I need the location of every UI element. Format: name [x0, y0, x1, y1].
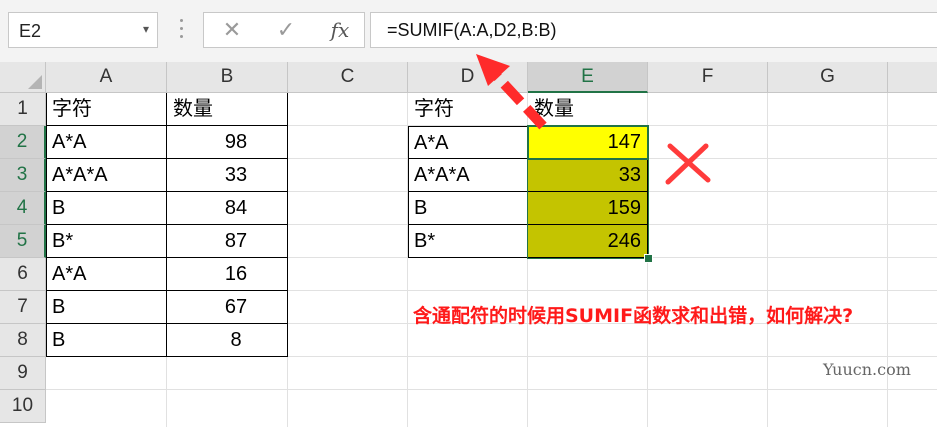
spreadsheet-grid: A B C D E F G 1 2 3 4 5 6 7 8 9 10 字符 数量… — [0, 62, 937, 427]
drag-handle-icon[interactable] — [180, 16, 184, 44]
row-header-7[interactable]: 7 — [0, 291, 46, 324]
column-header-a[interactable]: A — [46, 62, 167, 93]
cell-d4[interactable]: B — [408, 192, 528, 225]
cell-grid[interactable]: 字符 数量 A*A 98 A*A*A 33 B 84 B* 87 A*A 16 … — [46, 93, 937, 427]
cell-b4[interactable]: 84 — [167, 192, 288, 225]
cell-a2[interactable]: A*A — [46, 126, 167, 159]
chevron-down-icon[interactable]: ▾ — [143, 22, 149, 36]
cell-b6[interactable]: 16 — [167, 258, 288, 291]
column-header-g[interactable]: G — [768, 62, 888, 93]
cell-b5[interactable]: 87 — [167, 225, 288, 258]
row-header-4[interactable]: 4 — [0, 192, 46, 225]
column-header-f[interactable]: F — [648, 62, 768, 93]
cancel-icon[interactable]: ✕ — [212, 13, 252, 47]
column-header-h[interactable] — [888, 62, 937, 93]
cell-d5[interactable]: B* — [408, 225, 528, 258]
cell-a1[interactable]: 字符 — [46, 93, 167, 126]
row-header-5[interactable]: 5 — [0, 225, 46, 258]
cell-a5[interactable]: B* — [46, 225, 167, 258]
cell-a3[interactable]: A*A*A — [46, 159, 167, 192]
column-header-c[interactable]: C — [288, 62, 408, 93]
cell-d3[interactable]: A*A*A — [408, 159, 528, 192]
column-header-e[interactable]: E — [528, 62, 648, 93]
formula-input[interactable]: =SUMIF(A:A,D2,B:B) — [370, 12, 937, 48]
fill-handle[interactable] — [644, 254, 653, 263]
column-header-b[interactable]: B — [167, 62, 288, 93]
cell-b7[interactable]: 67 — [167, 291, 288, 324]
cell-a7[interactable]: B — [46, 291, 167, 324]
formula-buttons: ✕ ✓ fx — [203, 12, 365, 48]
formula-bar: E2 ▾ ✕ ✓ fx =SUMIF(A:A,D2,B:B) — [0, 0, 937, 62]
cell-d1[interactable]: 字符 — [408, 93, 528, 126]
insert-function-icon[interactable]: fx — [320, 13, 360, 47]
enter-icon[interactable]: ✓ — [266, 13, 306, 47]
cell-a6[interactable]: A*A — [46, 258, 167, 291]
cell-b2[interactable]: 98 — [167, 126, 288, 159]
annotation-text: 含通配符的时候用SUMIF函数求和出错，如何解决? — [413, 305, 854, 327]
row-header-10[interactable]: 10 — [0, 390, 46, 423]
cell-a8[interactable]: B — [46, 324, 167, 357]
row-header-6[interactable]: 6 — [0, 258, 46, 291]
watermark: Yuucn.com — [823, 360, 911, 379]
column-header-d[interactable]: D — [408, 62, 528, 93]
cell-b8[interactable]: 8 — [167, 324, 288, 357]
row-header-9[interactable]: 9 — [0, 357, 46, 390]
select-all-button[interactable] — [0, 62, 46, 93]
active-cell — [527, 125, 649, 160]
cell-e1[interactable]: 数量 — [528, 93, 648, 126]
cell-d2[interactable]: A*A — [408, 126, 528, 159]
cell-b3[interactable]: 33 — [167, 159, 288, 192]
row-header-3[interactable]: 3 — [0, 159, 46, 192]
row-header-2[interactable]: 2 — [0, 126, 46, 159]
cell-b1[interactable]: 数量 — [167, 93, 288, 126]
row-header-8[interactable]: 8 — [0, 324, 46, 357]
name-box-value: E2 — [19, 21, 42, 41]
name-box[interactable]: E2 ▾ — [8, 12, 158, 48]
formula-text: =SUMIF(A:A,D2,B:B) — [387, 20, 557, 40]
row-header-1[interactable]: 1 — [0, 93, 46, 126]
cell-a4[interactable]: B — [46, 192, 167, 225]
